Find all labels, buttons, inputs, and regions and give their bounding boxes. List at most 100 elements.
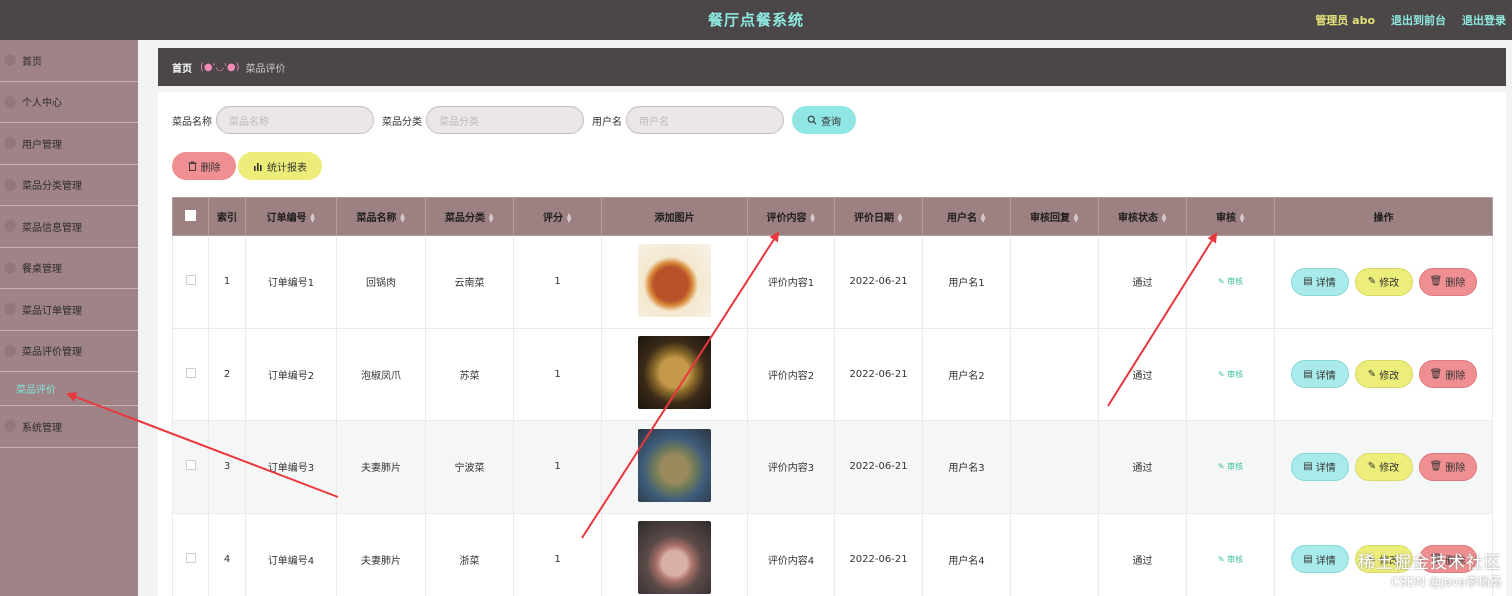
row-checkbox[interactable] <box>185 275 196 286</box>
table-header-row: 索引 订单编号 ▲ ▼ 菜品名称 ▲ ▼ 菜品分类 ▲ ▼ 评分 ▲ ▼ 添加图片 评价内容 ▲ ▼… <box>172 197 1493 236</box>
delete-button[interactable]: 🗑 删除 <box>1418 452 1477 481</box>
cell-status: 通过 <box>1098 420 1187 514</box>
order-icon <box>4 303 16 316</box>
column-header[interactable]: 评价内容 ▲ ▼ <box>747 197 835 236</box>
detail-button[interactable]: ▤ 详情 <box>1290 360 1349 389</box>
delete-button[interactable]: 🗑 删除 <box>1418 360 1477 389</box>
edit-button[interactable]: ✎ 修改 <box>1354 452 1413 481</box>
audit-link[interactable]: ✎ 审核 <box>1218 555 1243 564</box>
cell-index: 4 <box>208 512 246 596</box>
edit-button[interactable]: ✎ 修改 <box>1354 360 1413 389</box>
cell-index: 3 <box>208 420 246 514</box>
row-checkbox[interactable] <box>185 552 196 563</box>
document-icon: ▤ <box>1303 553 1313 565</box>
column-header[interactable]: 菜品名称 ▲ ▼ <box>336 197 426 236</box>
cell-order: 订单编号4 <box>245 512 337 596</box>
sidebar-item-dish-orders[interactable]: 菜品订单管理 <box>0 289 138 331</box>
select-all-header <box>172 197 209 236</box>
breadcrumb-emoji: (●'◡'●) <box>200 61 240 73</box>
column-header[interactable]: 评价日期 ▲ ▼ <box>834 197 923 236</box>
edit-button[interactable]: ✎ 修改 <box>1354 267 1413 296</box>
sort-icon[interactable]: ▲ ▼ <box>310 213 316 224</box>
audit-link[interactable]: ✎ 审核 <box>1218 370 1243 379</box>
sort-icon[interactable]: ▲ ▼ <box>1239 213 1245 224</box>
audit-link[interactable]: ✎ 审核 <box>1218 462 1243 471</box>
table-icon <box>4 261 16 274</box>
dish-image[interactable] <box>638 243 711 317</box>
table-row: 2 订单编号2 泡椒凤爪 苏菜 1 评价内容2 2022-06-21 用户名2 … <box>172 327 1493 421</box>
search-form: 菜品名称 菜品名称 菜品分类 菜品分类 用户名 用户名 查询 <box>172 106 856 134</box>
sort-icon[interactable]: ▲ ▼ <box>897 213 903 224</box>
sort-icon[interactable]: ▲ ▼ <box>1161 213 1167 224</box>
column-header[interactable]: 订单编号 ▲ ▼ <box>245 197 337 236</box>
document-icon: ▤ <box>1303 461 1313 473</box>
cell-content: 评价内容3 <box>747 420 835 514</box>
detail-button[interactable]: ▤ 详情 <box>1290 267 1349 296</box>
sidebar-item-personal-center[interactable]: 个人中心 <box>0 82 138 123</box>
cell-index: 1 <box>208 235 246 329</box>
sort-icon[interactable]: ▲ ▼ <box>400 213 406 224</box>
trash-icon <box>188 161 196 171</box>
column-header[interactable]: 审核 ▲ ▼ <box>1186 197 1275 236</box>
cell-score: 1 <box>513 235 602 329</box>
sidebar-item-system-management[interactable]: 系统管理 <box>0 406 138 448</box>
content-panel: 菜品名称 菜品名称 菜品分类 菜品分类 用户名 用户名 查询 删除 统计报表 索… <box>158 92 1506 596</box>
sidebar-item-label: 餐桌管理 <box>22 264 62 276</box>
detail-button[interactable]: ▤ 详情 <box>1290 545 1349 574</box>
sort-icon[interactable]: ▲ ▼ <box>980 213 986 224</box>
cell-date: 2022-06-21 <box>834 327 923 421</box>
dish-name-input[interactable]: 菜品名称 <box>216 106 374 134</box>
dish-image[interactable] <box>638 336 711 410</box>
cell-user: 用户名1 <box>922 235 1011 329</box>
statistics-report-button[interactable]: 统计报表 <box>238 152 322 180</box>
column-header[interactable]: 评分 ▲ ▼ <box>513 197 602 236</box>
sidebar-item-label: 系统管理 <box>22 422 62 434</box>
table-row: 4 订单编号4 夫妻肺片 浙菜 1 评价内容4 2022-06-21 用户名4 … <box>172 512 1493 596</box>
dish-name-label: 菜品名称 <box>172 116 212 128</box>
cell-date: 2022-06-21 <box>834 512 923 596</box>
batch-delete-button[interactable]: 删除 <box>172 152 236 180</box>
sidebar-item-dish-review-management[interactable]: 菜品评价管理 <box>0 331 138 372</box>
cell-order: 订单编号1 <box>245 235 337 329</box>
logout-link[interactable]: 退出登录 <box>1462 12 1506 28</box>
column-header[interactable]: 用户名 ▲ ▼ <box>922 197 1011 236</box>
cell-dish: 夫妻肺片 <box>336 420 426 514</box>
select-all-checkbox[interactable] <box>185 209 196 221</box>
username-input[interactable]: 用户名 <box>626 106 784 134</box>
cell-category: 浙菜 <box>425 512 514 596</box>
sidebar-subitem-dish-review[interactable]: 菜品评价 <box>0 372 138 406</box>
detail-button[interactable]: ▤ 详情 <box>1290 452 1349 481</box>
row-actions: ▤ 详情 ✎ 修改 🗑 删除 <box>1275 267 1492 296</box>
breadcrumb-home[interactable]: 首页 <box>172 60 192 75</box>
pencil-icon: ✎ <box>1367 461 1377 473</box>
sidebar-item-user-management[interactable]: 用户管理 <box>0 123 138 165</box>
column-header[interactable]: 菜品分类 ▲ ▼ <box>425 197 514 236</box>
delete-button[interactable]: 🗑 删除 <box>1418 267 1477 296</box>
back-to-front-link[interactable]: 退出到前台 <box>1391 12 1446 28</box>
sidebar-item-label: 菜品评价管理 <box>22 347 82 359</box>
sort-icon[interactable]: ▲ ▼ <box>488 213 494 224</box>
username-label: 用户名 <box>592 116 622 128</box>
admin-label: 管理员 abo <box>1315 14 1375 27</box>
column-header[interactable]: 审核状态 ▲ ▼ <box>1098 197 1187 236</box>
row-checkbox[interactable] <box>185 367 196 378</box>
cell-content: 评价内容2 <box>747 327 835 421</box>
sidebar-item-dish-info[interactable]: 菜品信息管理 <box>0 206 138 248</box>
dish-image[interactable] <box>638 428 711 502</box>
query-button-label: 查询 <box>821 116 841 128</box>
dish-category-input[interactable]: 菜品分类 <box>426 106 584 134</box>
sidebar-item-table-management[interactable]: 餐桌管理 <box>0 248 138 289</box>
sort-icon[interactable]: ▲ ▼ <box>810 213 816 224</box>
sort-icon[interactable]: ▲ ▼ <box>1073 213 1079 224</box>
column-header[interactable]: 审核回复 ▲ ▼ <box>1010 197 1099 236</box>
query-button[interactable]: 查询 <box>792 106 856 134</box>
sidebar-item-dish-category[interactable]: 菜品分类管理 <box>0 165 138 206</box>
sort-icon[interactable]: ▲ ▼ <box>566 213 572 224</box>
dish-image[interactable] <box>638 521 711 595</box>
cell-status: 通过 <box>1098 235 1187 329</box>
row-checkbox[interactable] <box>185 460 196 471</box>
sidebar-item-label: 菜品信息管理 <box>22 222 82 234</box>
cell-score: 1 <box>513 327 602 421</box>
sidebar-item-home[interactable]: 首页 <box>0 40 138 82</box>
audit-link[interactable]: ✎ 审核 <box>1218 277 1243 286</box>
